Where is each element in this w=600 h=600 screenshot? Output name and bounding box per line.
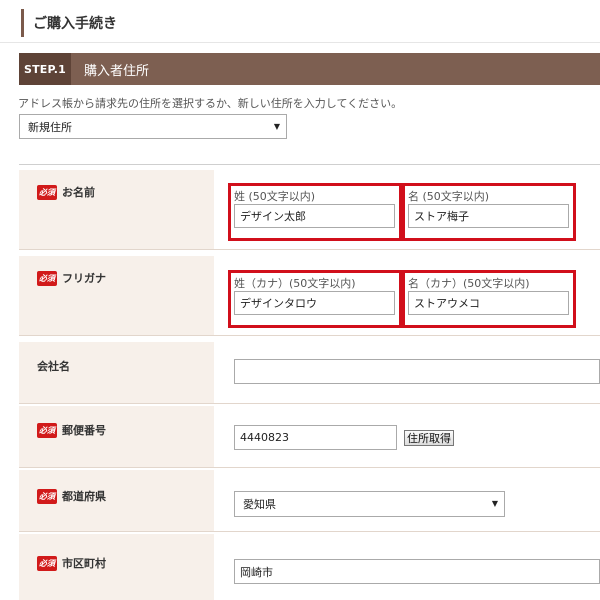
form-row-name: 必須 お名前 姓 (50文字以内) 名 (50文字以内) bbox=[19, 170, 600, 250]
first-name-caption: 名 (50文字以内) bbox=[408, 190, 490, 203]
label-text: 都道府県 bbox=[62, 490, 106, 503]
cell-separator bbox=[214, 534, 217, 600]
form-row-company: 会社名 bbox=[19, 342, 600, 404]
label-text: 会社名 bbox=[37, 360, 70, 373]
first-kana-input[interactable] bbox=[408, 291, 569, 315]
label-postal: 必須 郵便番号 bbox=[37, 422, 106, 438]
fetch-address-button[interactable]: 住所取得 bbox=[404, 430, 454, 446]
page-title: ご購入手続き bbox=[21, 9, 117, 37]
instruction-text: アドレス帳から請求先の住所を選択するか、新しい住所を入力してください。 bbox=[18, 97, 403, 110]
prefecture-value: 愛知県 bbox=[243, 498, 276, 511]
label-prefecture: 必須 都道府県 bbox=[37, 488, 106, 504]
label-text: お名前 bbox=[62, 186, 95, 199]
prefecture-select[interactable]: 愛知県 ▼ bbox=[234, 491, 505, 517]
label-text: 市区町村 bbox=[62, 557, 106, 570]
label-text: フリガナ bbox=[62, 272, 106, 285]
cell-separator bbox=[214, 406, 217, 467]
label-text: 郵便番号 bbox=[62, 424, 106, 437]
cell-separator bbox=[214, 170, 217, 249]
label-city: 必須 市区町村 bbox=[37, 555, 106, 571]
title-divider bbox=[0, 42, 600, 43]
address-select-value: 新規住所 bbox=[28, 120, 72, 134]
last-kana-caption: 姓（カナ）(50文字以内) bbox=[234, 277, 356, 290]
required-badge: 必須 bbox=[37, 555, 57, 571]
last-name-input[interactable] bbox=[234, 204, 395, 228]
first-kana-caption: 名（カナ）(50文字以内) bbox=[408, 277, 530, 290]
label-company: 会社名 bbox=[37, 358, 70, 374]
form-divider bbox=[19, 164, 600, 165]
form-row-postal: 必須 郵便番号 住所取得 bbox=[19, 406, 600, 468]
chevron-down-icon: ▼ bbox=[491, 499, 498, 508]
cell-separator bbox=[214, 470, 217, 531]
last-name-group: 姓 (50文字以内) bbox=[228, 183, 402, 241]
last-kana-group: 姓（カナ）(50文字以内) bbox=[228, 270, 402, 328]
form-row-prefecture: 必須 都道府県 愛知県 ▼ bbox=[19, 470, 600, 532]
address-book-select[interactable]: 新規住所 ▼ bbox=[19, 114, 287, 139]
first-name-group: 名 (50文字以内) bbox=[402, 183, 576, 241]
required-badge: 必須 bbox=[37, 422, 57, 438]
form-row-furigana: 必須 フリガナ 姓（カナ）(50文字以内) 名（カナ）(50文字以内) bbox=[19, 256, 600, 336]
first-kana-group: 名（カナ）(50文字以内) bbox=[402, 270, 576, 328]
chevron-down-icon: ▼ bbox=[273, 122, 280, 131]
step-title: 購入者住所 bbox=[84, 63, 150, 79]
label-cell bbox=[19, 170, 214, 249]
label-cell bbox=[19, 256, 214, 335]
city-input[interactable] bbox=[234, 559, 600, 584]
postal-code-input[interactable] bbox=[234, 425, 397, 450]
step-badge: STEP.1 bbox=[19, 53, 71, 85]
last-name-caption: 姓 (50文字以内) bbox=[234, 190, 316, 203]
form-row-city: 必須 市区町村 bbox=[19, 534, 600, 600]
label-name: 必須 お名前 bbox=[37, 184, 95, 200]
cell-separator bbox=[214, 342, 217, 403]
last-kana-input[interactable] bbox=[234, 291, 395, 315]
first-name-input[interactable] bbox=[408, 204, 569, 228]
cell-separator bbox=[214, 256, 217, 335]
required-badge: 必須 bbox=[37, 488, 57, 504]
required-badge: 必須 bbox=[37, 270, 57, 286]
label-furigana: 必須 フリガナ bbox=[37, 270, 106, 286]
step-header: STEP.1 購入者住所 bbox=[19, 53, 600, 85]
required-badge: 必須 bbox=[37, 184, 57, 200]
company-input[interactable] bbox=[234, 359, 600, 384]
